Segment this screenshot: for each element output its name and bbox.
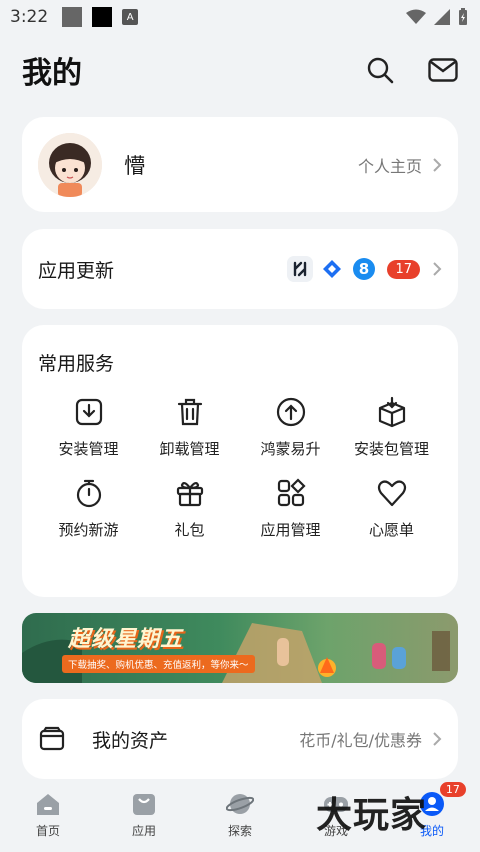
notification-icon xyxy=(92,7,113,27)
profile-card[interactable]: 懵 个人主页 xyxy=(22,117,458,212)
service-label: 鸿蒙易升 xyxy=(260,440,321,458)
shopping-bag-icon xyxy=(133,794,155,815)
wifi-icon xyxy=(406,9,426,24)
service-app-manage[interactable]: 应用管理 xyxy=(240,477,341,540)
chevron-right-icon xyxy=(433,262,442,276)
chevron-right-icon xyxy=(433,732,442,746)
mail-icon[interactable] xyxy=(428,58,458,82)
banner-title: 超级星期五 xyxy=(68,627,184,652)
service-harmony-upgrade[interactable]: 鸿蒙易升 xyxy=(240,396,341,459)
services-card: 常用服务 安装管理 卸载管理 鸿蒙易升 安装包管理 预约新游 礼包 应用管理 心… xyxy=(22,325,458,597)
nav-label: 探索 xyxy=(227,824,252,838)
signal-icon xyxy=(434,9,450,25)
service-label: 安装管理 xyxy=(58,440,119,458)
banner-subtitle: 下载抽奖、购机优惠、充值返利，等你来～ xyxy=(62,655,255,673)
heart-icon xyxy=(377,480,406,507)
services-title: 常用服务 xyxy=(38,353,115,375)
upgrade-icon xyxy=(276,397,305,427)
stopwatch-icon xyxy=(76,479,101,508)
nav-label: 应用 xyxy=(131,824,156,838)
watermark: 大玩家 xyxy=(316,795,428,836)
assets-card[interactable]: 我的资产 花币/礼包/优惠券 xyxy=(22,699,458,779)
app-icon-1 xyxy=(287,256,314,282)
service-uninstall-manage[interactable]: 卸载管理 xyxy=(139,396,240,459)
service-reserve-games[interactable]: 预约新游 xyxy=(38,477,139,540)
homepage-link[interactable]: 个人主页 xyxy=(358,153,442,177)
app-icon-2 xyxy=(319,256,346,282)
avatar[interactable] xyxy=(38,132,102,197)
status-time: 3:22 xyxy=(10,7,49,27)
app-update-card[interactable]: 应用更新 8 17 xyxy=(22,229,458,309)
trash-icon xyxy=(177,398,202,426)
promo-banner[interactable]: 超级星期五 下载抽奖、购机优惠、充值返利，等你来～ xyxy=(22,613,458,683)
nav-home[interactable]: 首页 xyxy=(0,782,96,852)
service-label: 预约新游 xyxy=(58,521,119,539)
keyboard-notification-icon: A xyxy=(122,9,139,25)
service-label: 卸载管理 xyxy=(159,440,220,458)
status-bar: 3:22 A xyxy=(0,0,480,34)
apps-icon xyxy=(277,478,306,507)
install-icon xyxy=(75,398,102,426)
package-icon xyxy=(378,396,405,428)
chevron-right-icon xyxy=(433,157,442,172)
page-header: 我的 xyxy=(0,42,480,98)
assets-detail-link[interactable]: 花币/礼包/优惠券 xyxy=(299,727,442,751)
update-count-badge: 17 xyxy=(387,259,420,279)
username: 懵 xyxy=(124,153,145,178)
assets-detail: 花币/礼包/优惠券 xyxy=(299,731,422,750)
battery-icon xyxy=(459,8,467,25)
home-icon xyxy=(37,794,59,815)
nav-label: 首页 xyxy=(35,824,60,838)
homepage-label: 个人主页 xyxy=(357,156,422,176)
service-label: 心愿单 xyxy=(368,521,414,539)
app-icon-3: 8 xyxy=(351,256,378,282)
service-label: 应用管理 xyxy=(260,521,321,539)
notification-icon xyxy=(62,7,83,27)
wallet-icon xyxy=(39,726,65,751)
nav-explore[interactable]: 探索 xyxy=(192,782,288,852)
nav-apps[interactable]: 应用 xyxy=(96,782,192,852)
svg-text:8: 8 xyxy=(359,260,369,278)
planet-icon xyxy=(226,794,254,814)
service-label: 安装包管理 xyxy=(353,440,429,458)
service-install-manage[interactable]: 安装管理 xyxy=(38,396,139,459)
search-icon[interactable] xyxy=(366,56,394,84)
page-title: 我的 xyxy=(22,56,82,91)
service-label: 礼包 xyxy=(174,521,205,539)
service-gift[interactable]: 礼包 xyxy=(139,477,240,540)
service-package-manage[interactable]: 安装包管理 xyxy=(341,396,442,459)
gift-icon xyxy=(176,481,203,507)
app-update-label: 应用更新 xyxy=(38,259,115,282)
assets-label: 我的资产 xyxy=(92,729,169,752)
service-wishlist[interactable]: 心愿单 xyxy=(341,477,442,540)
nav-badge: 17 xyxy=(439,782,466,797)
